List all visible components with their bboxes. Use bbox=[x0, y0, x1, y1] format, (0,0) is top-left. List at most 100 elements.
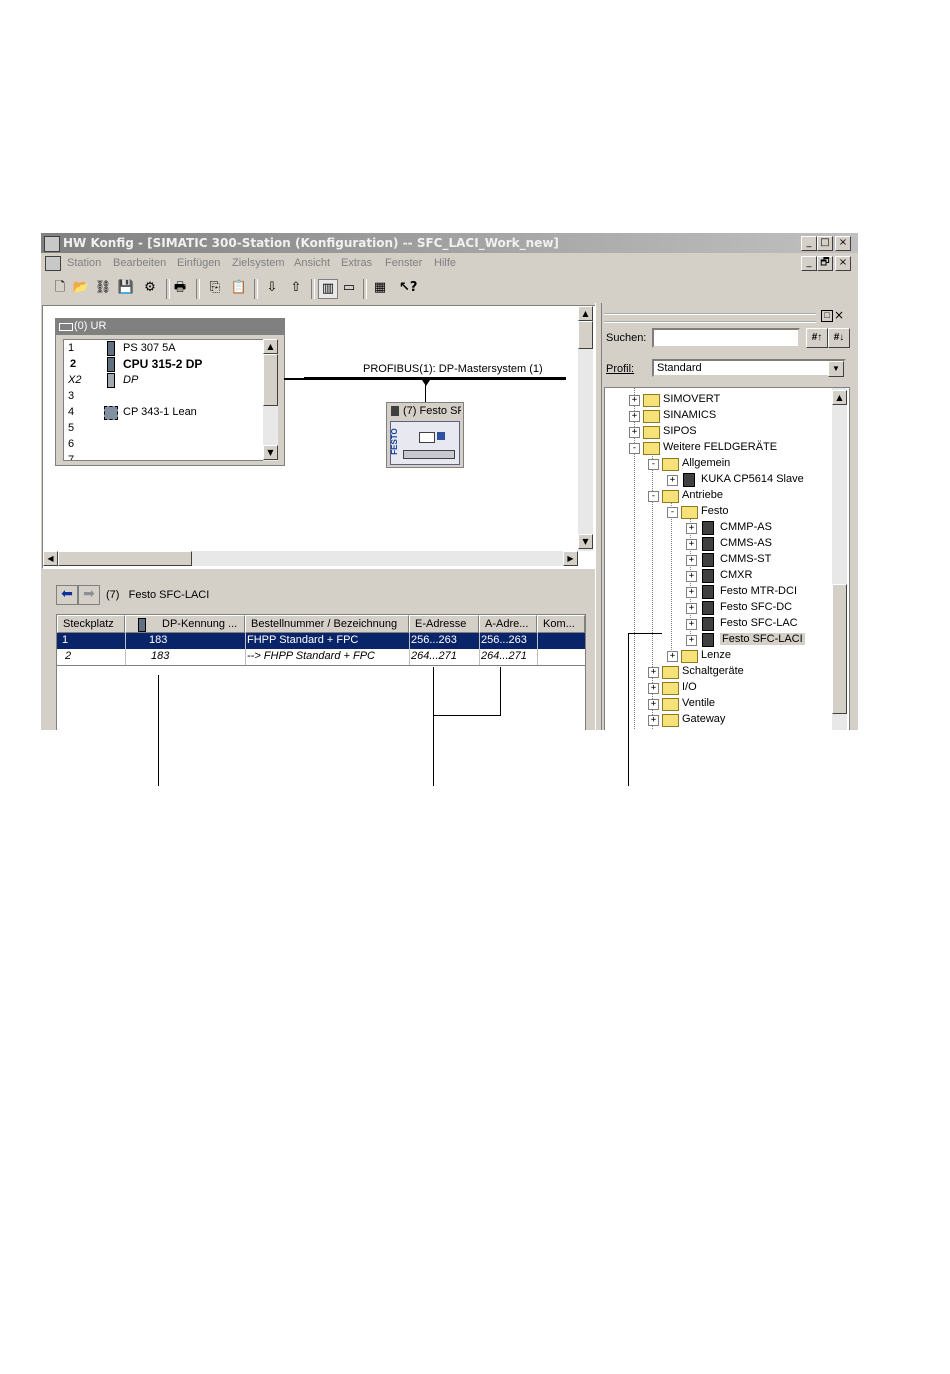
scroll-thumb[interactable] bbox=[263, 354, 278, 406]
menu-extras[interactable]: Extras bbox=[341, 257, 372, 269]
expand-icon[interactable]: + bbox=[686, 523, 697, 534]
expand-icon[interactable]: + bbox=[686, 539, 697, 550]
scroll-right-button[interactable]: ▶ bbox=[563, 551, 578, 566]
help-icon[interactable]: ↖? bbox=[399, 279, 417, 297]
tree-item[interactable]: + SINAMICS bbox=[605, 408, 831, 424]
tree-item[interactable]: + Schaltgeräte bbox=[605, 664, 831, 680]
profibus-line[interactable] bbox=[304, 377, 566, 380]
download-icon[interactable]: ⇩ bbox=[263, 279, 281, 297]
profile-select[interactable]: Standard ▼ bbox=[652, 359, 846, 377]
rack-row[interactable]: 4 CP 343-1 Lean bbox=[64, 404, 267, 421]
rack-row[interactable]: X2 DP bbox=[64, 372, 267, 389]
scroll-up-button[interactable]: ▲ bbox=[263, 339, 278, 354]
col-header-steckplatz[interactable]: Steckplatz bbox=[57, 615, 125, 633]
expand-icon[interactable]: + bbox=[686, 571, 697, 582]
col-header-bestellnummer[interactable]: Bestellnummer / Bezeichnung bbox=[245, 615, 409, 633]
tree-item[interactable]: - Festo bbox=[605, 504, 831, 520]
collapse-icon[interactable]: - bbox=[648, 459, 659, 470]
scroll-up-button[interactable]: ▲ bbox=[578, 306, 593, 321]
expand-icon[interactable]: + bbox=[648, 667, 659, 678]
rack-row[interactable]: 3 bbox=[64, 388, 267, 405]
col-header-e-adresse[interactable]: E-Adresse bbox=[409, 615, 479, 633]
search-up-button[interactable]: #↑ bbox=[806, 328, 828, 348]
doc-restore-button[interactable]: 🗗 bbox=[817, 256, 833, 271]
forward-arrow-icon[interactable]: ➡ bbox=[78, 585, 100, 605]
doc-minimize-button[interactable]: _ bbox=[801, 256, 817, 271]
tree-item[interactable]: + Festo MTR-DCI bbox=[605, 584, 831, 600]
search-down-button[interactable]: #↓ bbox=[828, 328, 850, 348]
col-header-dp-kennung[interactable]: DP-Kennung ... bbox=[125, 615, 245, 633]
maximize-button[interactable]: □ bbox=[817, 236, 833, 251]
tree-item[interactable]: + Gateway bbox=[605, 712, 831, 728]
pane-splitter[interactable] bbox=[595, 303, 602, 730]
station-vscroll[interactable]: ▲ ▼ bbox=[578, 306, 593, 551]
scroll-down-button[interactable]: ▼ bbox=[263, 445, 278, 460]
expand-icon[interactable]: + bbox=[629, 395, 640, 406]
expand-icon[interactable]: + bbox=[629, 427, 640, 438]
expand-icon[interactable]: + bbox=[686, 603, 697, 614]
tree-item[interactable]: + Festo SFC-DC bbox=[605, 600, 831, 616]
open-icon[interactable]: 📂 bbox=[72, 279, 90, 297]
collapse-icon[interactable]: - bbox=[629, 443, 640, 454]
catalog-restore-button[interactable]: □ bbox=[821, 310, 833, 322]
tree-item[interactable]: + CMMP-AS bbox=[605, 520, 831, 536]
slave-device[interactable]: (7) Festo SF FESTO bbox=[386, 402, 464, 468]
doc-close-button[interactable]: × bbox=[835, 256, 851, 271]
tree-item[interactable]: + CMMS-AS bbox=[605, 536, 831, 552]
expand-icon[interactable]: + bbox=[686, 555, 697, 566]
tree-item[interactable]: + SIPOS bbox=[605, 424, 831, 440]
expand-icon[interactable]: + bbox=[629, 411, 640, 422]
catalog-close-button[interactable]: × bbox=[834, 309, 844, 321]
station-hscroll[interactable]: ◀ ▶ bbox=[43, 551, 578, 566]
table-row[interactable]: 2 183 --> FHPP Standard + FPC 264...271 … bbox=[57, 649, 585, 666]
scroll-up-button[interactable]: ▲ bbox=[832, 390, 847, 405]
search-input[interactable] bbox=[652, 328, 800, 348]
tree-item[interactable]: - Weitere FELDGERÄTE bbox=[605, 440, 831, 456]
menu-ansicht[interactable]: Ansicht bbox=[294, 257, 330, 269]
tree-item[interactable]: + SIMOVERT bbox=[605, 392, 831, 408]
scroll-left-button[interactable]: ◀ bbox=[43, 551, 58, 566]
collapse-icon[interactable]: - bbox=[667, 507, 678, 518]
new-icon[interactable]: 🗋 bbox=[51, 279, 69, 297]
expand-icon[interactable]: + bbox=[648, 699, 659, 710]
collapse-icon[interactable]: - bbox=[648, 491, 659, 502]
rack-row[interactable]: 5 bbox=[64, 420, 267, 437]
minimize-button[interactable]: _ bbox=[801, 236, 817, 251]
col-header-a-adresse[interactable]: A-Adre... bbox=[479, 615, 537, 633]
tree-item[interactable]: + I/O bbox=[605, 680, 831, 696]
expand-icon[interactable]: + bbox=[648, 683, 659, 694]
tree-item[interactable]: - Antriebe bbox=[605, 488, 831, 504]
paste-icon[interactable]: 📋 bbox=[230, 279, 248, 297]
scroll-thumb[interactable] bbox=[58, 551, 192, 566]
rack-scrollbar[interactable]: ▲ ▼ bbox=[263, 339, 278, 461]
scroll-thumb[interactable] bbox=[832, 584, 847, 714]
catalog-scrollbar[interactable]: ▲ bbox=[832, 388, 847, 730]
scroll-thumb[interactable] bbox=[578, 321, 593, 349]
compile-icon[interactable]: ⚙ bbox=[141, 279, 159, 297]
menu-fenster[interactable]: Fenster bbox=[385, 257, 422, 269]
expand-icon[interactable]: + bbox=[686, 635, 697, 646]
menu-zielsystem[interactable]: Zielsystem bbox=[232, 257, 285, 269]
rack-row[interactable]: 7 bbox=[64, 452, 267, 460]
catalog-icon[interactable]: ▥ bbox=[318, 279, 338, 299]
back-arrow-icon[interactable]: ⬅ bbox=[56, 585, 78, 605]
scroll-down-button[interactable]: ▼ bbox=[578, 534, 593, 549]
network-icon[interactable]: ⛓ bbox=[94, 279, 112, 297]
upload-icon[interactable]: ⇧ bbox=[287, 279, 305, 297]
tree-item[interactable]: + Ventile bbox=[605, 696, 831, 712]
col-header-kommentar[interactable]: Kom... bbox=[537, 615, 585, 633]
tree-item[interactable]: + Festo SFC-LAC bbox=[605, 616, 831, 632]
save-icon[interactable]: 💾 bbox=[117, 279, 135, 297]
tree-item[interactable]: + Lenze bbox=[605, 648, 831, 664]
menu-station[interactable]: Station bbox=[67, 257, 101, 269]
network-view-icon[interactable]: ▦ bbox=[371, 279, 389, 297]
rack-row[interactable]: 2 CPU 315-2 DP bbox=[64, 356, 267, 373]
table-row[interactable]: 1 183 FHPP Standard + FPC 256...263 256.… bbox=[57, 633, 585, 649]
menu-bearbeiten[interactable]: Bearbeiten bbox=[113, 257, 166, 269]
close-button[interactable]: × bbox=[835, 236, 851, 251]
menu-einfuegen[interactable]: Einfügen bbox=[177, 257, 220, 269]
tree-item[interactable]: + Festo SFC-LACI bbox=[605, 632, 831, 648]
overview-icon[interactable]: ▭ bbox=[340, 279, 358, 297]
expand-icon[interactable]: + bbox=[686, 587, 697, 598]
expand-icon[interactable]: + bbox=[686, 619, 697, 630]
